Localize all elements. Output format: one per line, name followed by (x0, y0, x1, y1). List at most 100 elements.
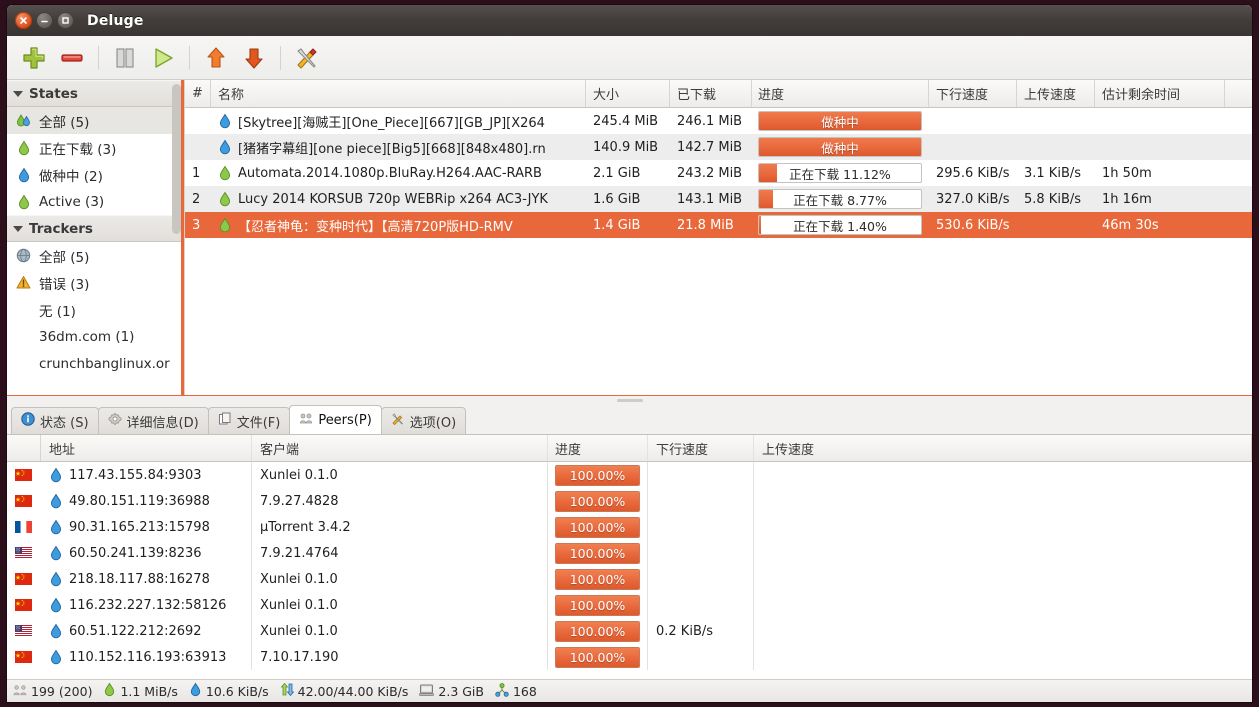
sidebar-divider[interactable] (181, 80, 184, 395)
torrent-progress: 正在下载 1.40% (752, 212, 929, 238)
sidebar-item-downloading[interactable]: 正在下载 (3) (7, 134, 184, 161)
resume-button[interactable] (145, 40, 181, 76)
country-flag-icon (7, 462, 41, 488)
progress-bar: 100.00% (555, 542, 640, 564)
progress-bar: 100.00% (555, 464, 640, 486)
column-header-index[interactable]: # (185, 80, 211, 107)
gear-icon (108, 412, 122, 430)
torrent-table-header: # 名称 大小 已下载 进度 下行速度 上传速度 估计剩余时间 (185, 80, 1252, 108)
tab-options[interactable]: 选项(O) (380, 407, 467, 434)
sidebar-scrollbar[interactable] (172, 84, 181, 234)
toolbar (7, 36, 1252, 80)
tab-status[interactable]: 状态 (S) (11, 407, 99, 434)
multi-drop-icon (15, 112, 32, 129)
sidebar-item-error[interactable]: 错误 (3) (7, 269, 184, 296)
torrent-eta: 1h 16m (1102, 191, 1152, 207)
status-upload-speed[interactable]: 10.6 KiB/s (189, 682, 269, 700)
table-row[interactable]: 1 Automata.2014.1080p.BluRay.H264.AAC-RAR… (185, 160, 1252, 186)
sidebar-item-crunchbanglinux[interactable]: crunchbanglinux.or (7, 350, 184, 377)
queue-up-button[interactable] (198, 40, 234, 76)
progress-label: 正在下载 11.12% (789, 166, 891, 182)
tab-details[interactable]: 详细信息(D) (97, 407, 209, 434)
status-free-space[interactable]: 2.3 GiB (419, 683, 484, 700)
add-torrent-button[interactable] (16, 40, 52, 76)
sidebar-group-header-trackers[interactable]: Trackers (7, 215, 184, 242)
progress-bar: 100.00% (555, 594, 640, 616)
column-header-address[interactable]: 地址 (41, 435, 252, 461)
torrent-eta: 46m 30s (1102, 217, 1159, 233)
table-row[interactable]: 3 【忍者神龟：变种时代】【高清720P版HD-RMV 1.4 GiB 21.8 Mi… (185, 212, 1252, 238)
status-download-speed[interactable]: 1.1 MiB/s (103, 682, 178, 700)
dht-nodes-value: 168 (512, 683, 537, 699)
arrow-up-icon (207, 46, 225, 68)
torrent-downloaded: 246.1 MiB (677, 113, 743, 129)
arrow-down-icon (245, 47, 263, 69)
peer-upload-speed (754, 462, 1252, 488)
queue-down-button[interactable] (236, 40, 272, 76)
minimize-button[interactable] (36, 12, 53, 29)
column-header-country[interactable] (7, 435, 41, 461)
column-header-name[interactable]: 名称 (211, 80, 586, 107)
status-dht-nodes[interactable]: 168 (495, 682, 537, 700)
peer-progress: 100.00% (548, 488, 648, 514)
list-item[interactable]: 117.43.155.84:9303 Xunlei 0.1.0 100.00% (7, 462, 1252, 488)
remove-torrent-button[interactable] (54, 40, 90, 76)
peer-address: 90.31.165.213:15798 (41, 514, 252, 540)
torrent-eta (1095, 134, 1225, 160)
column-header-peer-progress[interactable]: 进度 (548, 435, 648, 461)
column-header-peer-download-speed[interactable]: 下行速度 (648, 435, 754, 461)
list-item[interactable]: 218.18.117.88:16278 Xunlei 0.1.0 100.00% (7, 566, 1252, 592)
preferences-button[interactable] (289, 40, 325, 76)
table-row[interactable]: 2 Lucy 2014 KORSUB 720p WEBRip x264 AC3-J… (185, 186, 1252, 212)
sidebar-item-seeding[interactable]: 做种中 (2) (7, 161, 184, 188)
torrent-index: 2 (192, 191, 201, 207)
list-item[interactable]: 110.152.116.193:63913 7.10.17.190 100.00% (7, 644, 1252, 670)
column-header-peer-upload-speed[interactable]: 上传速度 (754, 435, 1252, 461)
sidebar-item-partial[interactable] (7, 377, 184, 395)
pause-icon (116, 47, 134, 68)
blue-drop-icon (49, 649, 63, 665)
peers-list: 地址 客户端 进度 下行速度 上传速度 117.43.155.84:9303 Xu… (7, 435, 1252, 679)
sidebar-item-none[interactable]: 无 (1) (7, 296, 184, 323)
list-item[interactable]: 90.31.165.213:15798 µTorrent 3.4.2 100.00% (7, 514, 1252, 540)
protocol-traffic-value: 42.00/44.00 KiB/s (297, 683, 409, 699)
sidebar-item-label: 全部 (5) (39, 114, 90, 131)
maximize-button[interactable] (57, 12, 74, 29)
tab-peers[interactable]: Peers(P) (289, 405, 382, 434)
list-item[interactable]: 60.51.122.212:2692 Xunlei 0.1.0 100.00% 0.2… (7, 618, 1252, 644)
sidebar-item-all-states[interactable]: 全部 (5) (7, 107, 184, 134)
column-header-size[interactable]: 大小 (586, 80, 670, 107)
sidebar-item-all-trackers[interactable]: 全部 (5) (7, 242, 184, 269)
column-header-client[interactable]: 客户端 (252, 435, 548, 461)
progress-label: 100.00% (569, 623, 626, 639)
status-connections[interactable]: 199 (200) (13, 683, 92, 700)
updown-arrows-icon (280, 682, 295, 700)
blue-drop-icon (49, 571, 63, 587)
horizontal-splitter[interactable] (7, 395, 1252, 405)
tab-files[interactable]: 文件(F) (207, 407, 291, 434)
torrent-size: 245.4 MiB (593, 113, 659, 129)
free-space-value: 2.3 GiB (438, 683, 484, 699)
pause-button[interactable] (107, 40, 143, 76)
column-header-upload-speed[interactable]: 上传速度 (1017, 80, 1095, 107)
peer-address: 117.43.155.84:9303 (41, 462, 252, 488)
sidebar-item-active[interactable]: Active (3) (7, 188, 184, 215)
sidebar-item-label: 全部 (5) (39, 249, 90, 266)
tools-icon (391, 412, 405, 430)
status-protocol-traffic[interactable]: 42.00/44.00 KiB/s (280, 682, 409, 700)
column-header-downloaded[interactable]: 已下载 (670, 80, 752, 107)
close-button[interactable] (15, 12, 32, 29)
list-item[interactable]: 116.232.227.132:58126 Xunlei 0.1.0 100.00% (7, 592, 1252, 618)
table-row[interactable]: [Skytree][海贼王][One_Piece][667][GB_JP][X2… (185, 108, 1252, 134)
list-item[interactable]: 60.50.241.139:8236 7.9.21.4764 100.00% (7, 540, 1252, 566)
column-header-download-speed[interactable]: 下行速度 (929, 80, 1017, 107)
column-header-progress[interactable]: 进度 (752, 80, 929, 107)
progress-label: 100.00% (569, 519, 626, 535)
sidebar-group-header-states[interactable]: States (7, 80, 184, 107)
peer-download-speed (648, 514, 754, 540)
column-header-eta[interactable]: 估计剩余时间 (1095, 80, 1225, 107)
table-row[interactable]: [猪猪字幕组][one piece][Big5][668][848x480].r… (185, 134, 1252, 160)
torrent-download-speed (929, 134, 1017, 160)
sidebar-item-36dm[interactable]: 36dm.com (1) (7, 323, 184, 350)
list-item[interactable]: 49.80.151.119:36988 7.9.27.4828 100.00% (7, 488, 1252, 514)
